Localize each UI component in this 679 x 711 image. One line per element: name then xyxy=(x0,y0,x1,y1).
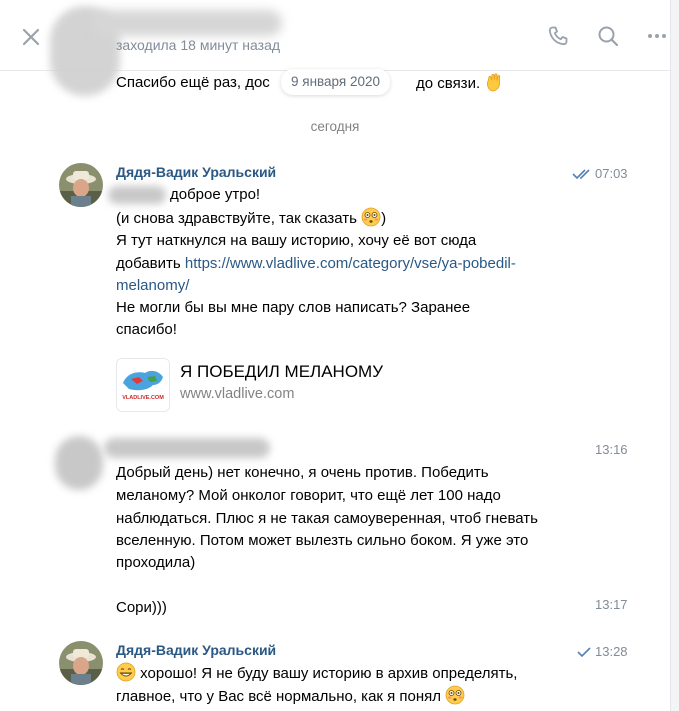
message-line: проходила) xyxy=(116,554,196,571)
message-line-text: хорошо! Я не буду вашу историю в архив о… xyxy=(140,665,518,682)
message-line-end: ) xyxy=(381,210,387,227)
snippet-logo-text: VLADLIVE.COM xyxy=(122,395,164,401)
message-line: хорошо! Я не буду вашу историю в архив о… xyxy=(116,662,517,685)
message-line: Не могли бы вы мне пару слов написать? З… xyxy=(116,299,471,316)
message-line: (и снова здравствуйте, так сказать ) xyxy=(116,207,386,230)
today-label: сегодня xyxy=(310,119,360,134)
redacted-name xyxy=(108,186,166,204)
search-icon[interactable] xyxy=(596,24,620,48)
snippet-title[interactable]: Я ПОБЕДИЛ МЕЛАНОМУ xyxy=(180,362,383,382)
message-time: 13:17 xyxy=(595,597,628,612)
chat-header: заходила 18 минут назад xyxy=(0,0,670,96)
prev-message-text-left: Спасибо ещё раз, дос xyxy=(116,74,270,91)
story-link[interactable]: https://www.vladlive.com/category/vse/ya… xyxy=(185,255,516,272)
message-line-text: (и снова здравствуйте, так сказать xyxy=(116,210,357,227)
prev-message-end: до связи. xyxy=(416,75,481,92)
double-check-icon xyxy=(572,169,590,180)
flushed-emoji xyxy=(445,685,465,705)
phone-icon[interactable] xyxy=(546,24,570,48)
message-line: наблюдаться. Плюс я не такая самоуверенн… xyxy=(116,510,538,527)
snippet-thumbnail[interactable]: VLADLIVE.COM xyxy=(116,358,170,412)
avatar-redacted[interactable] xyxy=(55,436,103,490)
more-icon[interactable] xyxy=(645,24,669,48)
message-line: добавить https://www.vladlive.com/catego… xyxy=(116,253,516,275)
message-line: вселенную. Потом может вылезть сильно бо… xyxy=(116,532,529,549)
header-name-redacted[interactable] xyxy=(92,10,282,36)
sender-name[interactable]: Дядя-Вадик Уральский xyxy=(116,164,276,180)
message-line: Я тут наткнулся на вашу историю, хочу её… xyxy=(116,232,477,249)
message-time: 07:03 xyxy=(595,166,628,181)
message-line: Добрый день) нет конечно, я очень против… xyxy=(116,464,489,481)
story-link-continued[interactable]: melanomy/ xyxy=(116,277,189,294)
window-right-edge xyxy=(670,0,679,711)
message-line-text: добавить xyxy=(116,255,185,272)
last-seen-status: заходила 18 минут назад xyxy=(116,37,281,53)
message-line: Сори))) xyxy=(116,599,167,616)
message-time: 13:28 xyxy=(595,644,628,659)
snippet-domain: www.vladlive.com xyxy=(180,386,295,402)
message-line: меланому? Мой онколог говорит, что ещё л… xyxy=(116,487,501,504)
flushed-emoji xyxy=(361,207,381,227)
prev-message-text-right: до связи. xyxy=(416,72,504,95)
vladlive-logo: VLADLIVE.COM xyxy=(117,359,169,411)
message-line: главное, что у Вас всё нормально, как я … xyxy=(116,685,465,708)
avatar[interactable] xyxy=(59,641,103,685)
message-line: melanomy/ xyxy=(116,275,189,297)
close-icon[interactable] xyxy=(20,26,42,48)
wave-emoji xyxy=(487,73,501,92)
sender-name-redacted[interactable] xyxy=(104,438,270,458)
today-divider: сегодня xyxy=(0,119,670,134)
avatar[interactable] xyxy=(59,163,103,207)
date-divider: 9 января 2020 xyxy=(281,69,391,95)
sender-name[interactable]: Дядя-Вадик Уральский xyxy=(116,642,276,658)
message-time: 13:16 xyxy=(595,442,628,457)
message-line-text: главное, что у Вас всё нормально, как я … xyxy=(116,688,442,705)
message-line: доброе утро! xyxy=(170,186,261,203)
message-line: спасибо! xyxy=(116,321,177,338)
grin-emoji xyxy=(116,662,136,682)
check-icon xyxy=(577,647,591,658)
